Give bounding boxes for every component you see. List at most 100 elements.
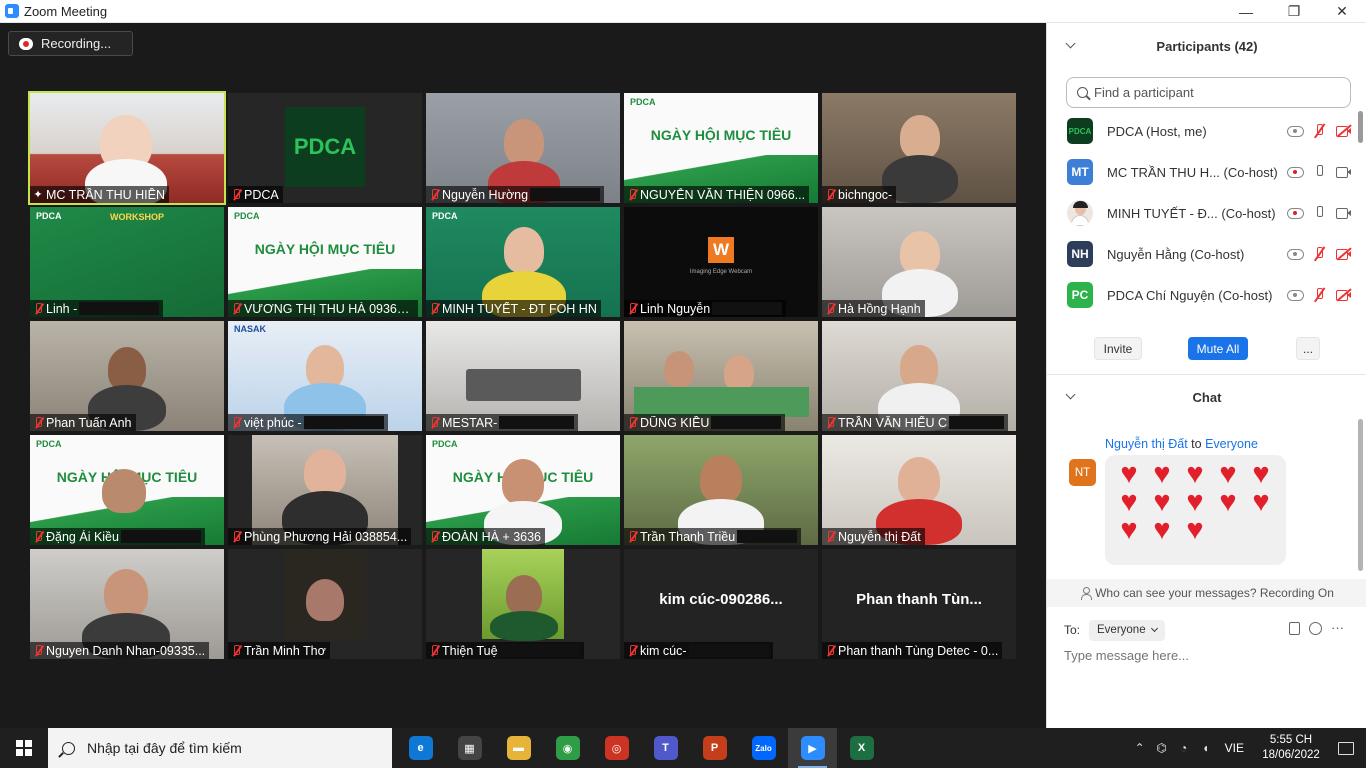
volume-icon[interactable]: ◖ — [1195, 741, 1217, 755]
video-tile[interactable]: TRẦN VĂN HIẾU C — [822, 321, 1016, 431]
video-tile[interactable]: PDCA NGÀY HỘI MỤC TIÊU VƯƠNG THỊ THU HÀ … — [228, 207, 422, 317]
mic-muted-icon[interactable] — [1311, 123, 1328, 139]
video-tile[interactable]: Phan Tuấn Anh — [30, 321, 224, 431]
participants-scrollbar[interactable] — [1358, 111, 1363, 143]
chat-scrollbar[interactable] — [1358, 419, 1363, 571]
more-icon[interactable]: ··· — [1331, 621, 1344, 635]
video-icon[interactable] — [1335, 164, 1352, 180]
minimize-button[interactable]: — — [1222, 0, 1270, 23]
taskbar-app-button[interactable]: ▬ — [494, 728, 543, 768]
taskbar-clock[interactable]: 5:55 CH 18/06/2022 — [1256, 733, 1326, 763]
video-tile[interactable]: kim cúc-090286... kim cúc- — [624, 549, 818, 659]
taskbar-app-button[interactable]: T — [641, 728, 690, 768]
mic-icon[interactable] — [1311, 205, 1328, 221]
video-tile[interactable]: Nguyễn Hường — [426, 93, 620, 203]
video-off-icon[interactable] — [1335, 246, 1352, 262]
wifi-icon[interactable]: ◔ — [1173, 741, 1195, 755]
video-tile[interactable]: PDCA MINH TUYẾT - ĐT FOH HN — [426, 207, 620, 317]
chevron-up-icon[interactable]: ⌃ — [1129, 741, 1151, 755]
window-controls: — ❐ ✕ — [1222, 0, 1366, 23]
mic-muted-icon — [228, 186, 244, 203]
taskbar-app-button[interactable]: ◉ — [543, 728, 592, 768]
taskbar-apps: e ▦ ▬ ◉ ◎ T P Zalo ▶ X — [396, 728, 886, 768]
mic-muted-icon — [624, 528, 640, 545]
taskbar-search[interactable] — [48, 728, 392, 768]
mic-muted-icon[interactable] — [1311, 246, 1328, 262]
taskbar-app-button[interactable]: e — [396, 728, 445, 768]
more-options-button[interactable]: ... — [1296, 337, 1320, 360]
heart-emoji: ♥ — [1219, 458, 1237, 490]
chat-privacy-notice[interactable]: Who can see your messages? Recording On — [1047, 579, 1366, 607]
recording-label: Recording... — [41, 36, 112, 51]
video-tile[interactable]: PDCA NGÀY HỘI MỤC TIÊU Đặng Ái Kiều — [30, 435, 224, 545]
app-icon: P — [702, 736, 727, 760]
mic-muted-icon[interactable] — [1311, 287, 1328, 303]
participant-name-bar: MESTAR- — [426, 414, 579, 431]
heart-emoji: ♥ — [1153, 458, 1171, 490]
app-icon: ▶ — [800, 736, 825, 760]
collapse-chevron-icon[interactable] — [1065, 389, 1076, 400]
video-tile[interactable]: PDCA NGÀY HỘI MỤC TIÊU ĐOÀN HÀ + 3636 — [426, 435, 620, 545]
close-button[interactable]: ✕ — [1318, 0, 1366, 23]
video-tile[interactable]: Thiện Tuệ — [426, 549, 620, 659]
emoji-icon[interactable] — [1309, 622, 1322, 635]
participant-row[interactable]: MINH TUYẾT - Đ... (Co-host) — [1067, 193, 1352, 233]
invite-button[interactable]: Invite — [1094, 337, 1142, 360]
taskbar-app-button[interactable]: P — [690, 728, 739, 768]
participant-row[interactable]: PDCA PDCA (Host, me) — [1067, 111, 1352, 151]
maximize-button[interactable]: ❐ — [1270, 0, 1318, 23]
participant-row[interactable]: MT MC TRẦN THU H... (Co-host) — [1067, 152, 1352, 192]
video-tile[interactable]: Phùng Phương Hải 038854... — [228, 435, 422, 545]
taskbar-app-button[interactable]: ▶ — [788, 728, 837, 768]
taskbar-app-button[interactable]: Zalo — [739, 728, 788, 768]
video-tile[interactable]: PDCA WORKSHOP Linh - — [30, 207, 224, 317]
person-icon — [1080, 587, 1093, 600]
chat-sender-name[interactable]: Nguyễn thị Đất — [1105, 437, 1188, 451]
chat-message-input[interactable] — [1064, 648, 1354, 663]
video-tile[interactable]: PDCA PDCA — [228, 93, 422, 203]
collapse-chevron-icon[interactable] — [1065, 38, 1076, 49]
video-tile[interactable]: Trần Thanh Triều — [624, 435, 818, 545]
notification-button[interactable] — [1326, 728, 1366, 768]
taskbar-app-button[interactable]: X — [837, 728, 886, 768]
language-indicator[interactable]: VIE — [1225, 741, 1244, 755]
participant-search[interactable] — [1066, 77, 1351, 108]
video-tile[interactable]: DŨNG KIỀU — [624, 321, 818, 431]
participant-name-bar: Linh Nguyễn — [624, 300, 787, 317]
mic-icon[interactable] — [1311, 164, 1328, 180]
participant-name-bar: Phùng Phương Hải 038854... — [228, 528, 412, 545]
participant-row[interactable]: NH Nguyễn Hằng (Co-host) — [1067, 234, 1352, 274]
video-tile[interactable]: ✦ MC TRẦN THU HIỀN — [28, 91, 226, 205]
video-tile[interactable]: PDCA NGÀY HỘI MỤC TIÊU NGUYỄN VĂN THIỆN … — [624, 93, 818, 203]
video-off-icon[interactable] — [1335, 287, 1352, 303]
participant-center-name: Phan thanh Tùn... — [856, 591, 982, 608]
video-tile[interactable]: bichngoc- — [822, 93, 1016, 203]
file-icon[interactable] — [1289, 622, 1300, 635]
app-icon: ◎ — [604, 736, 629, 760]
heart-emoji: ♥ — [1120, 514, 1138, 546]
video-off-icon[interactable] — [1335, 123, 1352, 139]
video-tile[interactable]: Nguyen Danh Nhan-09335... — [30, 549, 224, 659]
start-button[interactable] — [0, 728, 48, 768]
taskbar-app-button[interactable]: ▦ — [445, 728, 494, 768]
participant-name-bar: PDCA — [228, 186, 283, 203]
video-icon[interactable] — [1335, 205, 1352, 221]
recipient-dropdown[interactable]: Everyone — [1089, 619, 1165, 641]
recording-indicator[interactable]: Recording... — [8, 31, 133, 56]
taskbar-app-button[interactable]: ◎ — [592, 728, 641, 768]
video-tile[interactable]: MESTAR- — [426, 321, 620, 431]
mute-all-button[interactable]: Mute All — [1188, 337, 1248, 360]
video-tile[interactable]: Trần Minh Thơ — [228, 549, 422, 659]
taskbar-search-input[interactable] — [87, 740, 377, 756]
video-tile[interactable]: Nguyễn thị Đất — [822, 435, 1016, 545]
video-tile[interactable]: Phan thanh Tùn... Phan thanh Tùng Detec … — [822, 549, 1016, 659]
video-tile[interactable]: W Imaging Edge Webcam Linh Nguyễn — [624, 207, 818, 317]
video-tile[interactable]: Hà Hồng Hạnh — [822, 207, 1016, 317]
participant-search-input[interactable] — [1094, 85, 1334, 100]
mic-muted-icon — [822, 528, 838, 545]
heart-emoji: ♥ — [1186, 486, 1204, 518]
video-tile[interactable]: NASAK việt phúc - — [228, 321, 422, 431]
participant-row[interactable]: PC PDCA Chí Nguyện (Co-host) — [1067, 275, 1352, 315]
app-icon: ▦ — [457, 736, 482, 760]
network-icon[interactable]: ⌬ — [1151, 741, 1173, 755]
